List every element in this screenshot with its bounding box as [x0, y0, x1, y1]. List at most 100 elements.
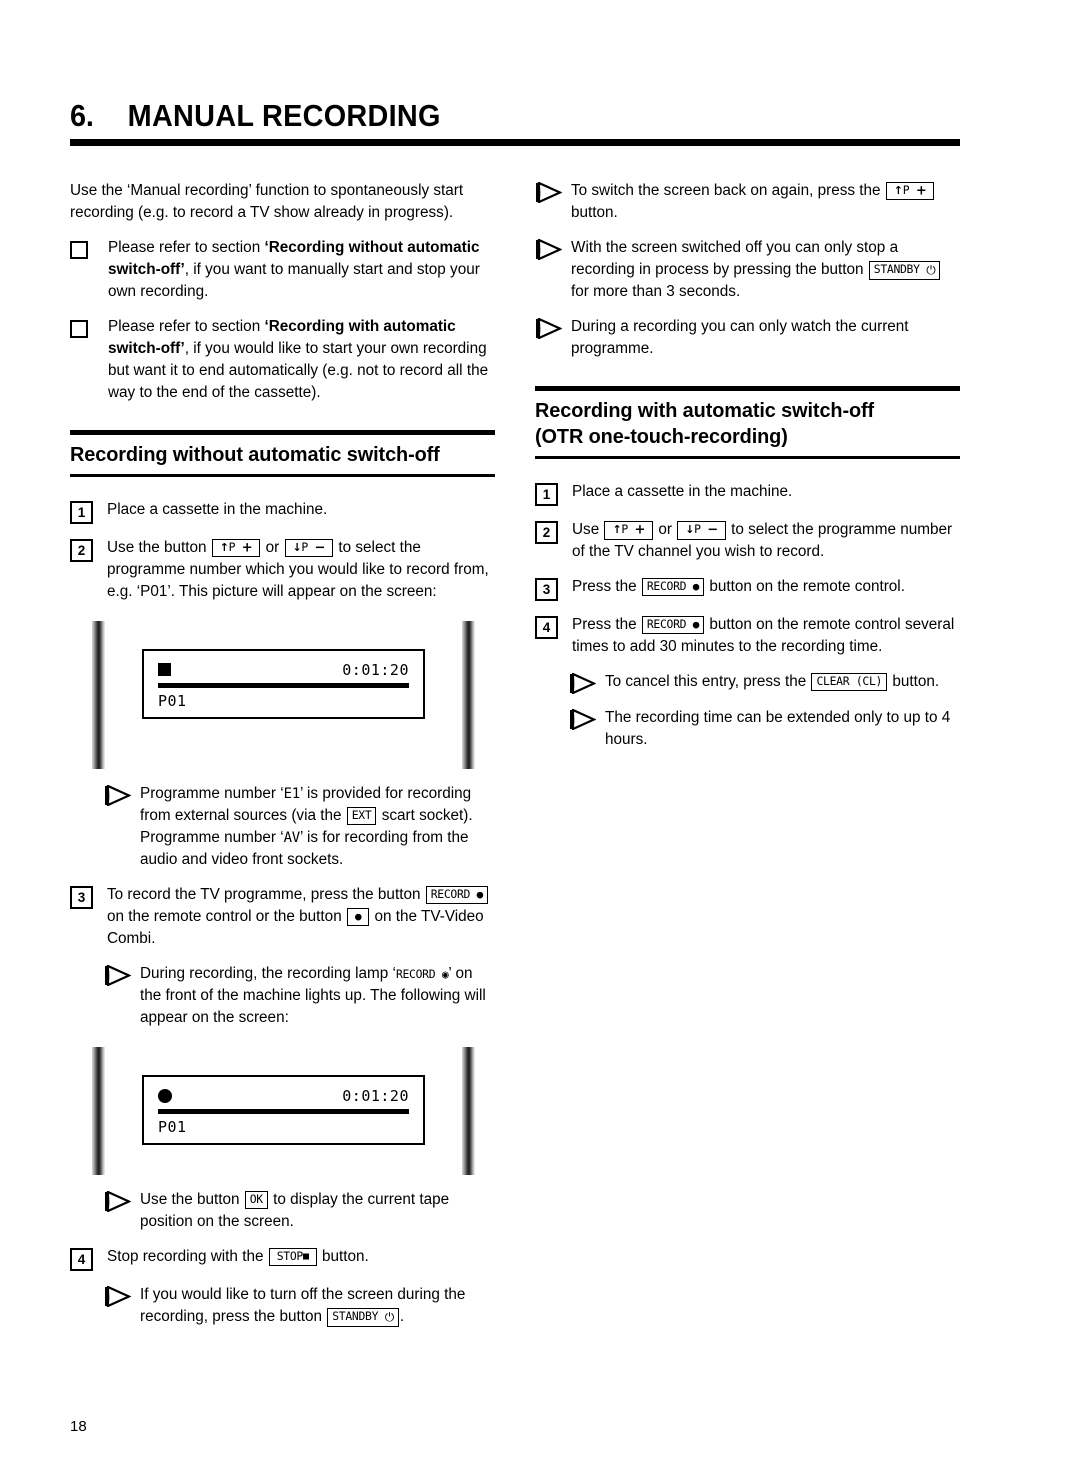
chapter-number: 6.: [70, 98, 94, 133]
step3-part1: To record the TV programme, press the bu…: [107, 886, 421, 904]
tip1-code-av: AV: [283, 830, 301, 846]
section-title: Recording without automatic switch-off: [70, 442, 440, 466]
rstep4-part1: Press the: [572, 616, 637, 634]
rtip2-part2: for more than 3 seconds.: [571, 282, 741, 300]
svg-text:i: i: [538, 322, 541, 335]
stop-square-icon: ■: [302, 1251, 309, 1263]
intro-paragraph: Use the ‘Manual recording’ function to s…: [70, 181, 464, 221]
key-ext-label: EXT: [351, 807, 372, 822]
record-dot-icon: ●: [476, 888, 484, 902]
step-3-text: To record the TV programme, press the bu…: [107, 884, 495, 950]
tip-recording-lamp: i During recording, the recording lamp ‘…: [104, 963, 495, 1029]
svg-text:i: i: [572, 678, 575, 691]
tip-cancel-entry-text: To cancel this entry, press the CLEAR (C…: [605, 671, 960, 693]
otr-step-3-text: Press the RECORD ● button on the remote …: [572, 576, 960, 598]
tip1-part1: Programme number ‘: [140, 784, 284, 802]
svg-text:i: i: [107, 1291, 110, 1304]
step-1: 1 Place a cassette in the machine.: [70, 499, 495, 524]
chapter-title-row: 6. MANUAL RECORDING: [70, 98, 898, 133]
key-record[interactable]: RECORD ●: [641, 616, 705, 635]
section-title-line1: Recording with automatic switch-off: [535, 398, 875, 422]
key-record-front[interactable]: ●: [346, 908, 370, 927]
step-4-text: Stop recording with the STOP■ button.: [107, 1246, 495, 1268]
key-clear[interactable]: CLEAR (CL): [811, 673, 888, 692]
step-number-badge: 1: [535, 483, 558, 507]
key-record-label: RECORD: [430, 887, 471, 902]
arrow-up-icon: ↑: [893, 183, 903, 197]
rstep2-or: or: [658, 521, 672, 539]
otr-step-2: 2 Use ↑P + or ↓P − to select the program…: [535, 519, 960, 563]
svg-text:i: i: [107, 1196, 110, 1209]
key-up-sign: +: [634, 522, 646, 538]
osd-time: 0:01:20: [342, 1087, 409, 1106]
tip-recording-lamp-text: During recording, the recording lamp ‘RE…: [140, 963, 495, 1029]
rstep3-part2: button on the remote control.: [709, 578, 905, 596]
otr-step-1: 1 Place a cassette in the machine.: [535, 481, 960, 507]
key-ok[interactable]: OK: [244, 1191, 268, 1210]
osd-tape-bar: [158, 1109, 409, 1115]
key-standby[interactable]: STANDBY ⏻: [868, 260, 941, 280]
rtip2-part1: With the screen switched off you can onl…: [571, 238, 899, 278]
key-stop[interactable]: STOP■: [268, 1248, 317, 1267]
info-arrow-icon: i: [569, 709, 596, 731]
tip-switch-screen-on-text: To switch the screen back on again, pres…: [571, 180, 960, 224]
record-dot-icon: [158, 1089, 172, 1104]
chapter-divider: [70, 138, 960, 146]
key-programme-up[interactable]: ↑P +: [885, 181, 935, 201]
svg-text:i: i: [107, 970, 110, 983]
step4-part1: Stop recording with the: [107, 1248, 264, 1266]
section-heading-with-switchoff: Recording with automatic switch-off (OTR…: [535, 385, 960, 460]
section-heading-without-switchoff: Recording without automatic switch-off: [70, 429, 495, 477]
tip4-part1: If you would like to turn off the screen…: [140, 1286, 466, 1326]
key-programme-up[interactable]: ↑P +: [211, 538, 261, 558]
tip-switch-screen-on: i To switch the screen back on again, pr…: [535, 180, 960, 224]
step-number-badge: 2: [535, 521, 558, 545]
step-number-badge: 2: [70, 538, 93, 562]
checkbox-bullet-1-text: Please refer to section ‘Recording witho…: [108, 237, 495, 303]
rtip4-part1: To cancel this entry, press the: [605, 673, 807, 691]
tip1-code-e1: E1: [283, 785, 301, 802]
otr-step-4-text: Press the RECORD ● button on the remote …: [572, 614, 960, 658]
heading-rule-bottom: [535, 456, 960, 460]
key-programme-up[interactable]: ↑P +: [604, 521, 654, 540]
step-number-badge: 1: [70, 500, 93, 524]
osd-panel: 0:01:20 P01: [142, 648, 425, 719]
tv-bezel-right: [462, 1047, 475, 1176]
key-programme-down[interactable]: ↓P −: [677, 521, 726, 540]
osd-programme: P01: [158, 691, 187, 710]
svg-text:i: i: [107, 789, 110, 802]
tip-stop-with-standby: i With the screen switched off you can o…: [535, 237, 960, 303]
tip-ok-button-text: Use the button OK to display the current…: [140, 1189, 495, 1233]
stop-square-icon: [158, 663, 171, 677]
tip-programme-numbers-text: Programme number ‘E1’ is provided for re…: [140, 783, 495, 871]
checkbox-bullet-1: Please refer to section ‘Recording witho…: [70, 237, 495, 303]
key-record[interactable]: RECORD ●: [641, 578, 705, 597]
otr-step-4: 4 Press the RECORD ● button on the remot…: [535, 614, 960, 658]
tip-cancel-entry: i To cancel this entry, press the CLEAR …: [569, 671, 960, 695]
info-arrow-icon: i: [535, 181, 562, 203]
bullet2-before: Please refer to section: [108, 317, 265, 335]
tip4-part2: .: [399, 1308, 405, 1326]
key-record[interactable]: RECORD ●: [425, 886, 488, 905]
step-2: 2 Use the button ↑P + or ↓P − to select …: [70, 537, 495, 603]
key-up-label: P: [621, 522, 628, 537]
osd-tape-bar: [158, 682, 409, 688]
key-ext[interactable]: EXT: [346, 806, 377, 825]
rtip1-part2: button.: [571, 203, 618, 221]
left-column: Use the ‘Manual recording’ function to s…: [70, 180, 495, 1342]
key-standby[interactable]: STANDBY ⏻: [327, 1308, 399, 1328]
key-down-label: P: [694, 522, 701, 537]
checkbox-bullet-2-text: Please refer to section ‘Recording with …: [108, 316, 495, 404]
key-down-sign: −: [707, 522, 718, 538]
info-arrow-icon: i: [104, 965, 131, 987]
key-up-sign: +: [915, 183, 927, 199]
step-number-badge: 3: [535, 578, 558, 602]
key-programme-down[interactable]: ↓P −: [284, 538, 334, 558]
tip-stop-with-standby-text: With the screen switched off you can onl…: [571, 237, 960, 303]
power-icon: ⏻: [926, 262, 936, 277]
step-1-text: Place a cassette in the machine.: [107, 500, 328, 518]
info-arrow-icon: i: [104, 784, 131, 806]
svg-text:i: i: [572, 714, 575, 727]
key-down-label: P: [301, 539, 308, 554]
heading-rule-bottom: [70, 473, 495, 477]
